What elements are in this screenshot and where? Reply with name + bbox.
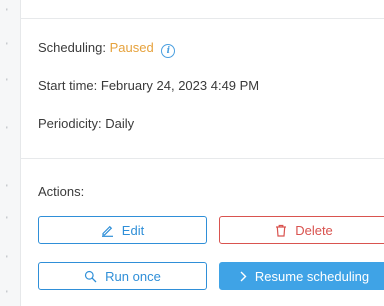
search-icon bbox=[84, 270, 97, 283]
periodicity-label: Periodicity: bbox=[38, 116, 102, 131]
info-icon[interactable]: i bbox=[161, 44, 176, 58]
left-panel-edge: ' ' ' ' ' ' ' ' bbox=[0, 0, 21, 306]
strip-marker: ' bbox=[6, 77, 8, 87]
edit-button-label: Edit bbox=[121, 222, 145, 238]
section-divider bbox=[20, 18, 384, 19]
trash-icon bbox=[275, 224, 287, 237]
strip-marker: ' bbox=[6, 7, 8, 17]
resume-scheduling-button-label: Resume scheduling bbox=[254, 268, 370, 284]
periodicity-row: Periodicity: Daily bbox=[38, 116, 134, 132]
run-once-button-label: Run once bbox=[105, 268, 161, 284]
resume-scheduling-button[interactable]: Resume scheduling bbox=[219, 262, 384, 290]
periodicity-value: Daily bbox=[105, 116, 135, 131]
start-time-row: Start time: February 24, 2023 4:49 PM bbox=[38, 78, 259, 94]
strip-marker: ' bbox=[6, 215, 8, 225]
actions-label: Actions: bbox=[38, 184, 85, 199]
edit-button[interactable]: Edit bbox=[38, 216, 207, 244]
scheduling-row: Scheduling: Paused i bbox=[38, 40, 176, 58]
strip-marker: ' bbox=[6, 125, 8, 135]
pencil-icon bbox=[101, 224, 114, 237]
chevron-right-icon bbox=[239, 271, 247, 282]
start-time-value: February 24, 2023 4:49 PM bbox=[100, 78, 260, 93]
run-once-button[interactable]: Run once bbox=[38, 262, 207, 290]
section-divider bbox=[20, 158, 384, 159]
delete-button[interactable]: Delete bbox=[219, 216, 384, 244]
strip-marker: ' bbox=[6, 254, 8, 264]
scheduling-label: Scheduling: bbox=[38, 40, 106, 55]
strip-marker: ' bbox=[6, 183, 8, 193]
scheduling-status: Paused bbox=[109, 40, 154, 55]
start-time-label: Start time: bbox=[38, 78, 98, 93]
strip-marker: ' bbox=[6, 41, 8, 51]
delete-button-label: Delete bbox=[295, 222, 333, 238]
strip-marker: ' bbox=[6, 289, 8, 299]
